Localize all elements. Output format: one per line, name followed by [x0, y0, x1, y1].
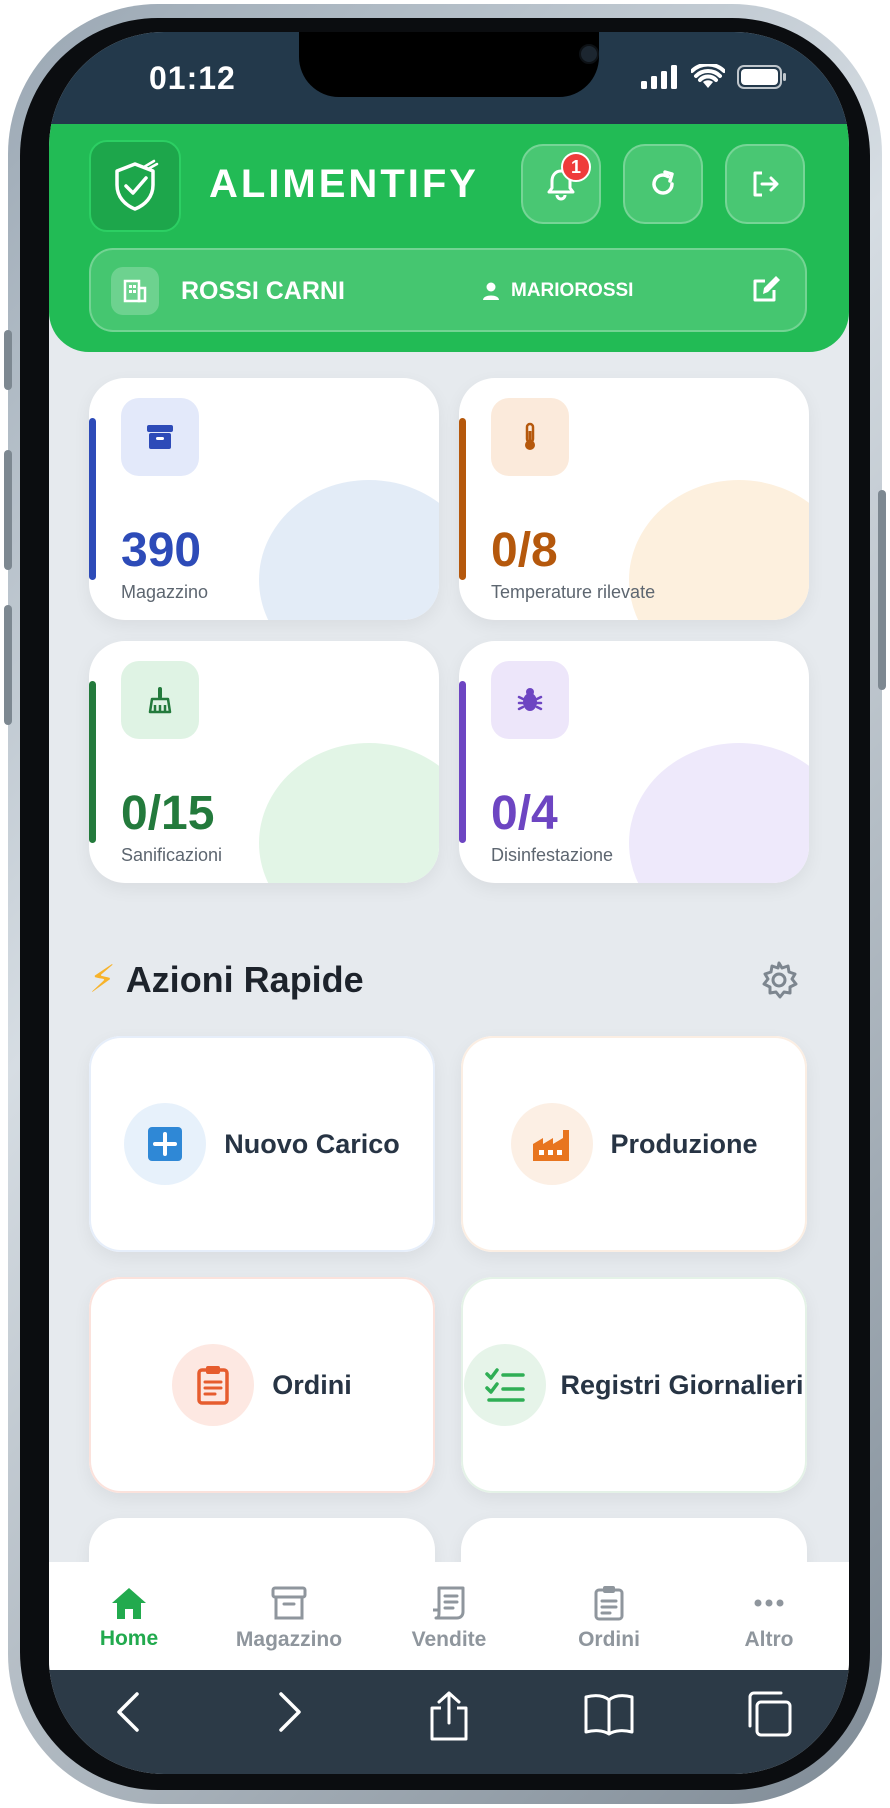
front-camera: [579, 44, 599, 64]
nav-home[interactable]: Home: [49, 1562, 209, 1670]
screen: 01:12 ALIMENTIFY 1 ROSSI CARNI MARIOROSS…: [49, 32, 849, 1774]
lightning-icon: ⚡: [89, 959, 116, 1001]
factory-icon: [510, 1103, 593, 1185]
action-registri-giornalieri[interactable]: Registri Giornalieri: [461, 1277, 807, 1493]
share-icon: [430, 1691, 468, 1741]
stat-value: 0/15: [121, 787, 215, 840]
signal-icon: [641, 65, 677, 89]
stat-card-disinfestazione[interactable]: 0/4 Disinfestazione: [459, 641, 809, 883]
action-label: Ordini: [272, 1369, 352, 1400]
action-label: Nuovo Carico: [224, 1128, 400, 1159]
clipboard-icon: [594, 1586, 624, 1621]
status-time: 01:12: [149, 60, 236, 96]
home-icon: [112, 1588, 146, 1619]
broom-icon: [121, 661, 199, 739]
app-header: ALIMENTIFY 1 ROSSI CARNI MARIOROSSI: [49, 124, 849, 352]
nav-label: Home: [99, 1627, 159, 1650]
battery-icon: [737, 65, 786, 89]
book-icon: [584, 1694, 634, 1736]
clipboard-icon: [172, 1344, 255, 1426]
nav-label: Ordini: [578, 1628, 640, 1651]
card-decoration: [259, 743, 439, 883]
refresh-icon: [652, 170, 674, 195]
stat-label: Magazzino: [121, 582, 209, 602]
thermometer-icon: [491, 398, 569, 476]
plus-square-icon: [124, 1103, 207, 1185]
card-accent: [459, 418, 466, 580]
card-accent: [89, 681, 96, 843]
archive-icon: [121, 398, 199, 476]
stat-label: Sanificazioni: [121, 845, 223, 865]
browser-share-button[interactable]: [369, 1690, 529, 1742]
stat-value: 0/8: [491, 524, 558, 577]
edit-icon: [753, 276, 780, 302]
brand-name: ALIMENTIFY: [209, 162, 479, 206]
receipt-icon: [433, 1586, 465, 1620]
logout-button[interactable]: [725, 144, 805, 224]
action-ordini[interactable]: Ordini: [89, 1277, 435, 1493]
card-decoration: [629, 480, 809, 620]
stat-label: Temperature rilevate: [491, 582, 656, 602]
user-info: MARIOROSSI: [481, 280, 633, 302]
stat-card-sanificazioni[interactable]: 0/15 Sanificazioni: [89, 641, 439, 883]
nav-ordini[interactable]: Ordini: [529, 1562, 689, 1670]
notch: [299, 32, 599, 97]
mute-switch: [4, 330, 12, 390]
volume-up-button: [4, 450, 12, 570]
edit-button[interactable]: [749, 272, 783, 311]
browser-bookmarks-button[interactable]: [529, 1690, 689, 1736]
stat-value: 390: [121, 524, 202, 577]
notification-badge: 1: [561, 152, 591, 182]
status-icons: [641, 64, 787, 90]
browser-toolbar: [49, 1670, 849, 1774]
card-decoration: [629, 743, 809, 883]
card-decoration: [259, 480, 439, 620]
stat-card-temperature[interactable]: 0/8 Temperature rilevate: [459, 378, 809, 620]
stat-value: 0/4: [491, 787, 558, 840]
username: MARIOROSSI: [511, 280, 634, 301]
browser-back-button[interactable]: [49, 1690, 209, 1734]
bottom-nav: Home Magazzino Vendite Ordini Altro: [49, 1562, 849, 1670]
nav-vendite[interactable]: Vendite: [369, 1562, 529, 1670]
logout-icon: [753, 171, 779, 197]
nav-label: Altro: [744, 1628, 794, 1651]
user-icon: [483, 282, 499, 300]
quick-actions-header: ⚡ Azioni Rapide: [89, 957, 364, 1002]
action-produzione[interactable]: Produzione: [461, 1036, 807, 1252]
chevron-right-icon: [279, 1692, 301, 1732]
nav-altro[interactable]: Altro: [689, 1562, 849, 1670]
card-accent: [89, 418, 96, 580]
action-nuovo-carico[interactable]: Nuovo Carico: [89, 1036, 435, 1252]
browser-tabs-button[interactable]: [689, 1690, 849, 1738]
quick-actions-title: Azioni Rapide: [125, 958, 364, 1000]
company-bar[interactable]: ROSSI CARNI MARIOROSSI: [89, 248, 807, 332]
wifi-icon: [691, 64, 725, 88]
nav-label: Magazzino: [235, 1628, 343, 1651]
app-logo[interactable]: [89, 140, 181, 232]
card-accent: [459, 681, 466, 843]
nav-magazzino[interactable]: Magazzino: [209, 1562, 369, 1670]
bug-icon: [491, 661, 569, 739]
shield-check-icon: [115, 159, 159, 211]
archive-icon: [271, 1586, 307, 1620]
action-label: Produzione: [610, 1128, 758, 1159]
more-dots-icon: [754, 1599, 784, 1607]
power-button: [878, 490, 886, 690]
company-name: ROSSI CARNI: [181, 277, 345, 305]
tabs-icon: [748, 1691, 792, 1737]
stat-card-magazzino[interactable]: 390 Magazzino: [89, 378, 439, 620]
nav-label: Vendite: [411, 1628, 487, 1651]
building-icon: [111, 267, 159, 315]
settings-button[interactable]: [759, 960, 799, 1005]
browser-forward-button[interactable]: [209, 1690, 369, 1734]
checklist-icon: [464, 1344, 547, 1426]
gear-icon: [762, 961, 798, 999]
stat-label: Disinfestazione: [491, 845, 614, 865]
action-label: Registri Giornalieri: [560, 1369, 804, 1400]
volume-down-button: [4, 605, 12, 725]
refresh-button[interactable]: [623, 144, 703, 224]
chevron-left-icon: [117, 1692, 139, 1732]
notifications-button[interactable]: 1: [521, 144, 601, 224]
